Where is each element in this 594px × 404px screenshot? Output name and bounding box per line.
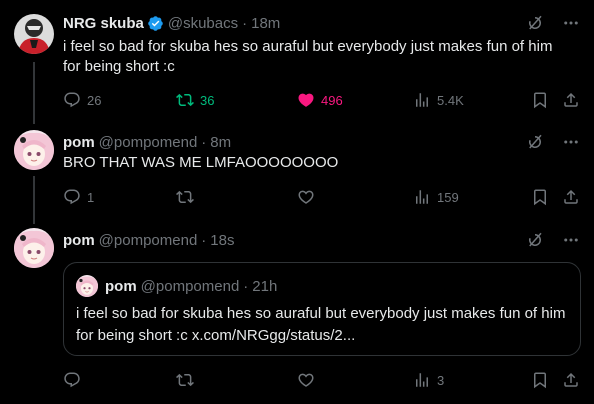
grok-icon[interactable] (526, 14, 544, 32)
bookmark-icon (531, 91, 549, 109)
like-button[interactable] (297, 370, 321, 390)
heart-icon (297, 371, 315, 389)
reply-icon (63, 91, 81, 109)
retweet-button[interactable] (176, 370, 200, 390)
avatar[interactable] (14, 130, 54, 170)
share-icon (562, 91, 580, 109)
tweet-text: BRO THAT WAS ME LMFAOOOOOOOO (63, 154, 339, 171)
retweet-count: 36 (200, 92, 215, 108)
tweet-text: i feel so bad for skuba hes so auraful b… (63, 38, 553, 75)
display-name[interactable]: pom (63, 134, 95, 151)
tweet-top-icons (526, 230, 580, 250)
verified-badge-icon (148, 15, 163, 31)
retweet-icon (176, 371, 194, 389)
reply-count: 26 (87, 92, 102, 108)
reply-count: 1 (87, 189, 95, 205)
views-count: 3 (437, 372, 445, 388)
tweet[interactable]: NRG skuba @skubacs · 18m i feel so bad f… (0, 0, 594, 120)
tweet-top-icons (526, 132, 580, 152)
separator-dot: · (201, 231, 207, 249)
more-icon[interactable] (562, 14, 580, 32)
handle[interactable]: @pompomend (99, 232, 198, 249)
share-button[interactable] (562, 187, 580, 207)
display-name[interactable]: NRG skuba (63, 15, 144, 32)
handle[interactable]: @pompomend (99, 134, 198, 151)
views-button[interactable]: 5.4K (413, 90, 464, 110)
separator-dot: · (243, 277, 249, 295)
bookmark-button[interactable] (531, 370, 549, 390)
separator-dot: · (242, 14, 248, 32)
separator-dot: · (201, 133, 207, 151)
quoted-avatar (76, 275, 98, 297)
quoted-tweet[interactable]: pom @pompomend · 21h i feel so bad for s… (63, 262, 581, 356)
more-icon[interactable] (562, 133, 580, 151)
share-button[interactable] (562, 370, 580, 390)
reply-icon (63, 188, 81, 206)
retweet-button[interactable] (176, 187, 200, 207)
quoted-text: i feel so bad for skuba hes so auraful b… (76, 305, 566, 344)
share-icon (562, 371, 580, 389)
retweet-icon (176, 91, 194, 109)
like-button[interactable]: 496 (297, 90, 343, 110)
bookmark-button[interactable] (531, 187, 549, 207)
retweet-button[interactable]: 36 (176, 90, 214, 110)
like-count: 496 (321, 92, 343, 108)
share-icon (562, 188, 580, 206)
bookmark-icon (531, 371, 549, 389)
tweet-actions: 1 159 (63, 187, 581, 207)
quoted-header: pom @pompomend · 21h (105, 276, 277, 296)
more-icon[interactable] (562, 231, 580, 249)
timestamp[interactable]: 18m (251, 15, 280, 32)
views-icon (413, 91, 431, 109)
heart-filled-icon (297, 91, 315, 109)
quoted-handle: @pompomend (140, 277, 240, 295)
views-count: 5.4K (437, 92, 464, 108)
handle[interactable]: @skubacs (168, 15, 238, 32)
views-icon (413, 188, 431, 206)
reply-icon (63, 371, 81, 389)
reply-button[interactable]: 1 (63, 187, 94, 207)
grok-icon[interactable] (526, 231, 544, 249)
tweet[interactable]: pom @pompomend · 18s pom @pompomend · 21… (0, 224, 594, 404)
retweet-icon (176, 188, 194, 206)
like-button[interactable] (297, 187, 321, 207)
avatar[interactable] (14, 14, 54, 54)
timestamp[interactable]: 18s (210, 232, 234, 249)
tweet-actions: 26 36 496 5.4K (63, 90, 581, 110)
share-button[interactable] (562, 90, 580, 110)
views-button[interactable]: 159 (413, 187, 459, 207)
grok-icon[interactable] (526, 133, 544, 151)
views-icon (413, 371, 431, 389)
bookmark-button[interactable] (531, 90, 549, 110)
tweet-header: pom @pompomend · 18s (63, 230, 234, 250)
reply-button[interactable]: 26 (63, 90, 101, 110)
views-count: 159 (437, 189, 459, 205)
tweet-header: NRG skuba @skubacs · 18m (63, 13, 280, 33)
quoted-display-name: pom (105, 277, 137, 295)
tweet-actions: 3 (63, 370, 581, 390)
timestamp[interactable]: 8m (210, 134, 231, 151)
display-name[interactable]: pom (63, 232, 95, 249)
tweet-top-icons (526, 13, 580, 33)
bookmark-icon (531, 188, 549, 206)
tweet-header: pom @pompomend · 8m (63, 132, 231, 152)
tweet[interactable]: pom @pompomend · 8m BRO THAT WAS ME LMFA… (0, 120, 594, 224)
views-button[interactable]: 3 (413, 370, 444, 390)
reply-button[interactable] (63, 370, 87, 390)
quoted-timestamp: 21h (252, 277, 278, 295)
avatar[interactable] (14, 228, 54, 268)
heart-icon (297, 188, 315, 206)
